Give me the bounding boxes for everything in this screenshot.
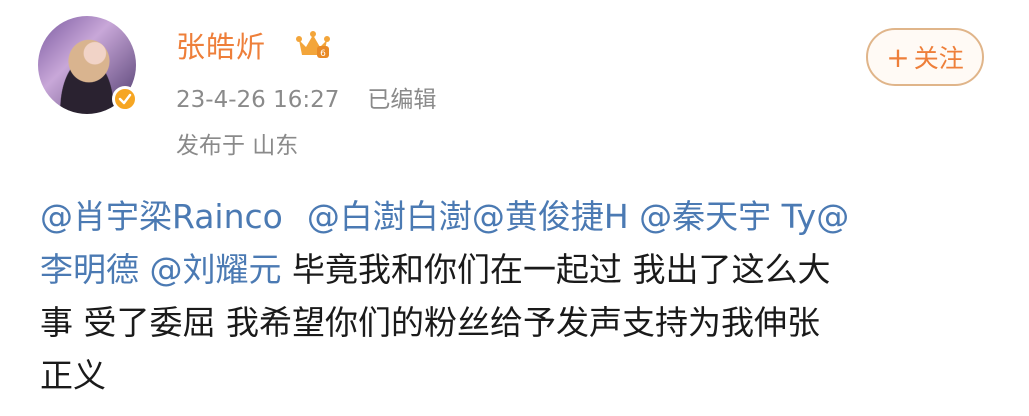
crown-icon: 6	[296, 31, 330, 59]
mention-link[interactable]: @白澍白澍	[307, 197, 472, 236]
mention-link[interactable]: @肖宇梁Rainco	[40, 197, 283, 236]
follow-label: 关注	[913, 44, 964, 73]
post-timestamp: 23-4-26 16:27	[176, 87, 340, 113]
post-body: @肖宇梁Rainco @白澍白澍@黄俊捷H @秦天宇 Ty@ 李明德 @刘耀元 毕…	[40, 190, 1015, 402]
svg-text:6: 6	[320, 49, 326, 59]
post-line-3: 事 受了委屈 我希望你们的粉丝给予发声支持为我伸张	[40, 303, 820, 342]
follow-button[interactable]: + 关注	[866, 28, 984, 86]
edited-label: 已编辑	[367, 87, 437, 113]
mention-link[interactable]: 李明德	[40, 250, 139, 289]
mention-link[interactable]: @刘耀元	[150, 250, 282, 289]
post-location: 发布于 山东	[176, 133, 299, 159]
mention-link[interactable]: @秦天宇 Ty@	[639, 197, 849, 236]
plus-icon: +	[886, 40, 910, 74]
author-name[interactable]: 张皓炘	[176, 24, 266, 66]
post-meta: 23-4-26 16:27 已编辑	[176, 80, 436, 114]
post-text: 毕竟我和你们在一起过 我出了这么大	[292, 250, 831, 289]
post-line-4: 正义	[40, 356, 106, 395]
post-line-1: @肖宇梁Rainco @白澍白澍@黄俊捷H @秦天宇 Ty@	[40, 190, 1015, 243]
verified-badge-icon	[112, 86, 138, 112]
mention-link[interactable]: @黄俊捷H	[472, 197, 629, 236]
post-line-2: 李明德 @刘耀元 毕竟我和你们在一起过 我出了这么大	[40, 243, 1015, 296]
